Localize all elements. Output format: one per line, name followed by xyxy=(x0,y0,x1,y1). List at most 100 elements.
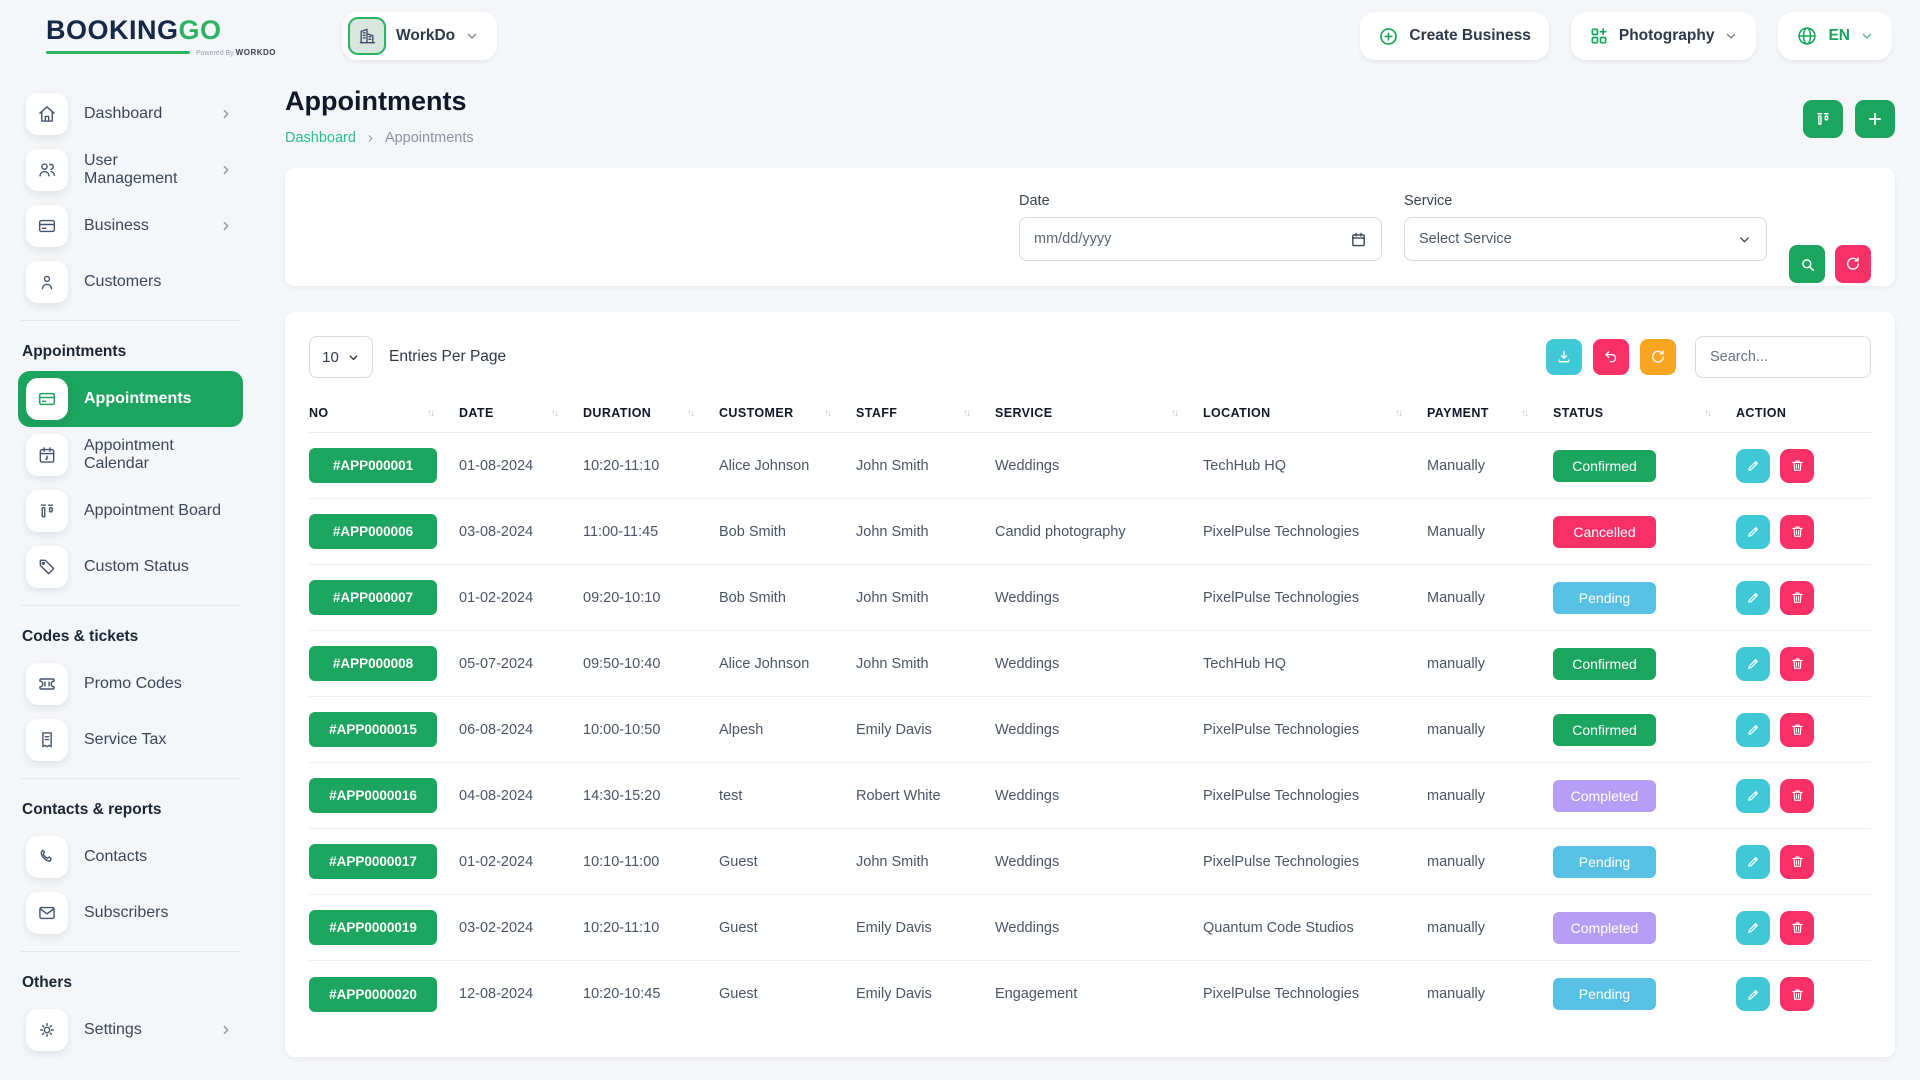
add-appointment-button[interactable] xyxy=(1855,100,1895,138)
chevron-down-icon xyxy=(1860,29,1874,43)
receipt-icon xyxy=(26,719,68,761)
edit-button[interactable] xyxy=(1736,647,1770,681)
cell-payment: manually xyxy=(1427,788,1553,804)
edit-button[interactable] xyxy=(1736,911,1770,945)
sidebar-item-appointments[interactable]: Appointments xyxy=(18,371,243,427)
edit-button[interactable] xyxy=(1736,515,1770,549)
sidebar-divider xyxy=(20,951,241,952)
cell-payment: manually xyxy=(1427,920,1553,936)
sidebar-item-dashboard[interactable]: Dashboard xyxy=(18,86,243,142)
status-badge: Pending xyxy=(1553,978,1656,1010)
cell-staff: Emily Davis xyxy=(856,986,995,1002)
appointment-no-badge[interactable]: #APP000007 xyxy=(309,580,437,615)
cell-duration: 10:20-11:10 xyxy=(583,458,719,474)
delete-button[interactable] xyxy=(1780,647,1814,681)
delete-button[interactable] xyxy=(1780,977,1814,1011)
workspace-selector[interactable]: WorkDo xyxy=(342,12,497,60)
sort-icon[interactable]: ↑↓ xyxy=(427,408,433,419)
sidebar-item-subscribers[interactable]: Subscribers xyxy=(18,885,243,941)
table-row: #APP000001 01-08-2024 10:20-11:10 Alice … xyxy=(309,433,1871,499)
pencil-icon xyxy=(1746,524,1761,539)
sidebar-item-user-management[interactable]: User Management xyxy=(18,142,243,198)
cell-service: Weddings xyxy=(995,722,1203,738)
sidebar-divider xyxy=(20,778,241,779)
delete-button[interactable] xyxy=(1780,581,1814,615)
sort-icon[interactable]: ↑↓ xyxy=(1171,408,1177,419)
sidebar-item-service-tax[interactable]: Service Tax xyxy=(18,712,243,768)
sidebar-item-business[interactable]: Business xyxy=(18,198,243,254)
delete-button[interactable] xyxy=(1780,449,1814,483)
delete-button[interactable] xyxy=(1780,515,1814,549)
entries-per-page-select[interactable]: 10 xyxy=(309,336,373,378)
appointment-no-badge[interactable]: #APP0000015 xyxy=(309,712,437,747)
sort-icon[interactable]: ↑↓ xyxy=(1395,408,1401,419)
delete-button[interactable] xyxy=(1780,911,1814,945)
breadcrumb: Dashboard Appointments xyxy=(285,130,474,146)
cell-payment: manually xyxy=(1427,986,1553,1002)
cell-service: Weddings xyxy=(995,656,1203,672)
reset-filter-button[interactable] xyxy=(1835,245,1871,283)
powered-by-text: Powered By xyxy=(196,50,234,57)
appointment-no-badge[interactable]: #APP0000019 xyxy=(309,910,437,945)
column-header-customer[interactable]: CUSTOMER↑↓ xyxy=(719,406,856,420)
business-type-selector[interactable]: Photography xyxy=(1571,12,1757,60)
table-row: #APP0000016 04-08-2024 14:30-15:20 test … xyxy=(309,763,1871,829)
column-header-location[interactable]: LOCATION↑↓ xyxy=(1203,406,1427,420)
appointment-no-badge[interactable]: #APP0000017 xyxy=(309,844,437,879)
sort-icon[interactable]: ↑↓ xyxy=(551,408,557,419)
column-header-action[interactable]: ACTION xyxy=(1736,406,1871,420)
sort-icon[interactable]: ↑↓ xyxy=(963,408,969,419)
sort-icon[interactable]: ↑↓ xyxy=(687,408,693,419)
language-selector[interactable]: EN xyxy=(1778,12,1892,60)
edit-button[interactable] xyxy=(1736,779,1770,813)
appointment-no-badge[interactable]: #APP000008 xyxy=(309,646,437,681)
table-search-input[interactable] xyxy=(1695,336,1871,378)
cell-staff: John Smith xyxy=(856,524,995,540)
sort-icon[interactable]: ↑↓ xyxy=(1521,408,1527,419)
cell-payment: Manually xyxy=(1427,458,1553,474)
sidebar-item-customers[interactable]: Customers xyxy=(18,254,243,310)
sidebar-item-appointment-calendar[interactable]: Appointment Calendar xyxy=(18,427,243,483)
sidebar-item-contacts[interactable]: Contacts xyxy=(18,829,243,885)
sidebar-item-promo-codes[interactable]: Promo Codes xyxy=(18,656,243,712)
cell-service: Weddings xyxy=(995,590,1203,606)
column-header-service[interactable]: SERVICE↑↓ xyxy=(995,406,1203,420)
board-view-button[interactable] xyxy=(1803,100,1843,138)
chevron-right-icon xyxy=(219,163,233,177)
edit-button[interactable] xyxy=(1736,713,1770,747)
apply-filter-button[interactable] xyxy=(1789,245,1825,283)
edit-button[interactable] xyxy=(1736,977,1770,1011)
service-select[interactable]: Select Service xyxy=(1404,217,1767,261)
table-body: #APP000001 01-08-2024 10:20-11:10 Alice … xyxy=(309,433,1871,1027)
sort-icon[interactable]: ↑↓ xyxy=(824,408,830,419)
column-header-status[interactable]: STATUS↑↓ xyxy=(1553,406,1736,420)
edit-button[interactable] xyxy=(1736,449,1770,483)
sidebar-item-settings[interactable]: Settings xyxy=(18,1002,243,1058)
delete-button[interactable] xyxy=(1780,845,1814,879)
column-header-staff[interactable]: STAFF↑↓ xyxy=(856,406,995,420)
edit-button[interactable] xyxy=(1736,581,1770,615)
column-header-duration[interactable]: DURATION↑↓ xyxy=(583,406,719,420)
column-header-date[interactable]: DATE↑↓ xyxy=(459,406,583,420)
delete-button[interactable] xyxy=(1780,713,1814,747)
appointment-no-badge[interactable]: #APP000001 xyxy=(309,448,437,483)
calendar-icon xyxy=(1350,231,1367,248)
create-business-button[interactable]: Create Business xyxy=(1360,12,1548,60)
download-icon xyxy=(1556,349,1572,365)
column-header-no[interactable]: NO↑↓ xyxy=(309,406,459,420)
cell-duration: 10:20-10:45 xyxy=(583,986,719,1002)
appointment-no-badge[interactable]: #APP0000020 xyxy=(309,977,437,1012)
reload-button[interactable] xyxy=(1640,339,1676,375)
delete-button[interactable] xyxy=(1780,779,1814,813)
sidebar-item-custom-status[interactable]: Custom Status xyxy=(18,539,243,595)
appointment-no-badge[interactable]: #APP000006 xyxy=(309,514,437,549)
breadcrumb-dashboard-link[interactable]: Dashboard xyxy=(285,130,356,146)
sort-icon[interactable]: ↑↓ xyxy=(1704,408,1710,419)
export-button[interactable] xyxy=(1546,339,1582,375)
column-header-payment[interactable]: PAYMENT↑↓ xyxy=(1427,406,1553,420)
appointment-no-badge[interactable]: #APP0000016 xyxy=(309,778,437,813)
sidebar-item-appointment-board[interactable]: Appointment Board xyxy=(18,483,243,539)
date-input[interactable]: mm/dd/yyyy xyxy=(1019,217,1382,261)
edit-button[interactable] xyxy=(1736,845,1770,879)
undo-button[interactable] xyxy=(1593,339,1629,375)
